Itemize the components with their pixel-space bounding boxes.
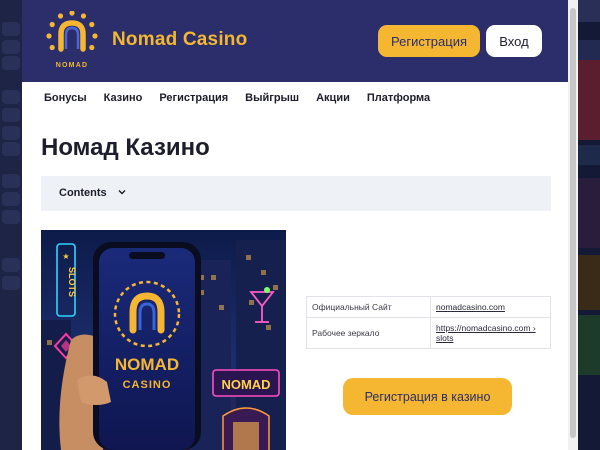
info-value-mirror: https://nomadcasino.com › slots <box>430 317 551 349</box>
nav-item-casino[interactable]: Казино <box>104 92 143 104</box>
login-button[interactable]: Вход <box>486 25 542 57</box>
bg-row <box>2 22 20 36</box>
neon-sign-text: SLOTS <box>67 267 77 297</box>
bg-block <box>578 60 600 140</box>
bg-row <box>2 210 20 224</box>
bg-row <box>2 90 20 104</box>
nav-item-registration[interactable]: Регистрация <box>159 92 228 104</box>
bg-block <box>578 0 600 22</box>
casino-register-button[interactable]: Регистрация в казино <box>343 378 512 415</box>
info-key-mirror: Рабочее зеркало <box>306 317 431 349</box>
bg-block <box>578 315 600 375</box>
nav-item-promotions[interactable]: Акции <box>316 92 350 104</box>
building-sign-text: NOMAD <box>221 377 270 392</box>
official-site-link[interactable]: nomadcasino.com <box>436 302 505 312</box>
info-value-official-site: nomadcasino.com <box>430 296 551 318</box>
hero-image: ★ SLOTS NOMAD NOMAD CASINO <box>41 230 286 450</box>
bg-row <box>2 276 20 290</box>
background-right-panel <box>578 0 600 450</box>
main-nav: Бонусы Казино Регистрация Выйгрыш Акции … <box>44 92 447 104</box>
info-key-official-site: Официальный Сайт <box>306 296 431 318</box>
nav-item-bonuses[interactable]: Бонусы <box>44 92 87 104</box>
page-title: Номад Казино <box>41 134 210 161</box>
scrollbar[interactable] <box>568 0 578 450</box>
chevron-down-icon[interactable] <box>117 187 127 197</box>
site-header: NOMAD Nomad Casino Регистрация Вход <box>22 0 578 82</box>
bg-block <box>578 145 600 165</box>
brand-name[interactable]: Nomad Casino <box>112 29 247 51</box>
scrollbar-thumb[interactable] <box>570 8 576 438</box>
nav-item-platform[interactable]: Платформа <box>367 92 430 104</box>
bg-row <box>2 126 20 140</box>
logo-wordmark: NOMAD <box>56 62 88 69</box>
nav-item-winnings[interactable]: Выйгрыш <box>245 92 299 104</box>
bg-block <box>578 255 600 310</box>
phone-brand-text: NOMAD <box>115 355 179 374</box>
bg-row <box>2 108 20 122</box>
toc-label: Contents <box>59 187 107 199</box>
web-page: NOMAD Nomad Casino Регистрация Вход Бону… <box>22 0 578 450</box>
bg-row <box>2 174 20 188</box>
nomad-logo-icon[interactable]: NOMAD <box>44 11 100 69</box>
bg-block <box>578 178 600 248</box>
background-left-sidebar <box>0 0 22 450</box>
register-button[interactable]: Регистрация <box>378 25 480 57</box>
svg-text:★: ★ <box>62 252 69 261</box>
bg-row <box>2 56 20 70</box>
table-row: Официальный Сайт nomadcasino.com <box>306 296 551 318</box>
phone-sub-text: CASINO <box>123 379 172 391</box>
bg-row <box>2 258 20 272</box>
bg-row <box>2 142 20 156</box>
mirror-link[interactable]: https://nomadcasino.com › slots <box>436 323 536 343</box>
bg-row <box>2 192 20 206</box>
table-row: Рабочее зеркало https://nomadcasino.com … <box>306 317 551 349</box>
table-of-contents[interactable]: Contents <box>41 176 551 211</box>
bg-row <box>2 40 20 54</box>
info-table: Официальный Сайт nomadcasino.com Рабочее… <box>306 296 551 349</box>
